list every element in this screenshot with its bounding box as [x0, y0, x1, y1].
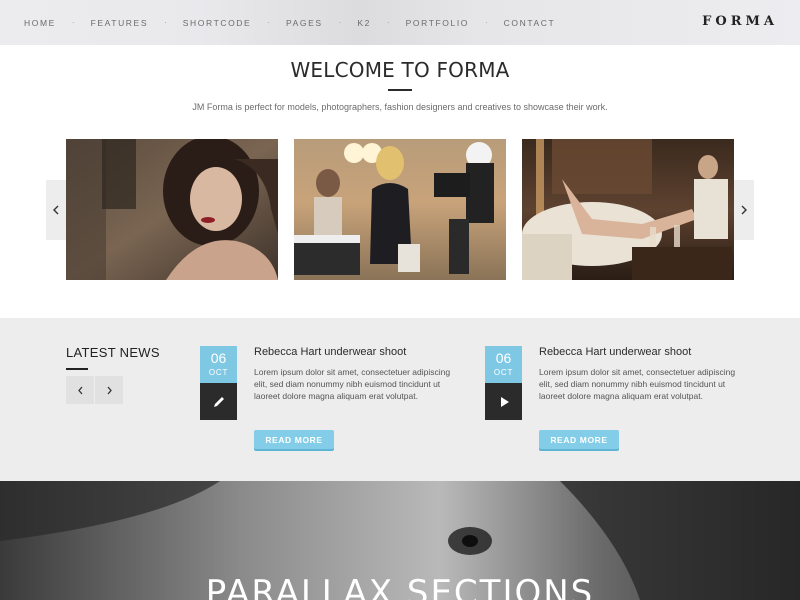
chevron-left-icon [53, 205, 59, 215]
parallax-section: PARALLAX SECTIONS [0, 481, 800, 600]
date-badge: 06 OCT [485, 346, 522, 383]
page-title: WELCOME TO FORMA [290, 58, 510, 82]
nav-contact[interactable]: CONTACT [504, 18, 556, 28]
nav-separator: · [485, 18, 488, 27]
date-month: OCT [208, 368, 229, 377]
carousel-slide-film-set[interactable] [294, 139, 506, 280]
latest-news-section: LATEST NEWS 06 OCT Rebecca Hart underwea… [0, 318, 800, 481]
news-excerpt: Lorem ipsum dolor sit amet, consectetuer… [539, 367, 736, 401]
parallax-title: PARALLAX SECTIONS [205, 573, 595, 600]
pencil-icon [213, 396, 224, 407]
news-title[interactable]: Rebecca Hart underwear shoot [539, 346, 759, 358]
nav-k2[interactable]: K2 [357, 18, 371, 28]
chevron-right-icon [107, 386, 112, 394]
film-set-photo [294, 139, 506, 280]
nav-home[interactable]: HOME [24, 18, 56, 28]
news-excerpt: Lorem ipsum dolor sit amet, consectetuer… [254, 367, 451, 401]
news-prev-button[interactable] [66, 376, 94, 404]
date-day: 06 [210, 350, 227, 366]
play-icon [500, 396, 509, 407]
news-title[interactable]: Rebecca Hart underwear shoot [254, 346, 474, 358]
top-navigation-bar: HOME · FEATURES · SHORTCODE · PAGES · K2… [0, 0, 800, 45]
nav-portfolio[interactable]: PORTFOLIO [406, 18, 469, 28]
lounge-couple-photo [522, 139, 734, 280]
main-menu: HOME · FEATURES · SHORTCODE · PAGES · K2… [24, 0, 555, 45]
nav-separator: · [267, 18, 270, 27]
nav-features[interactable]: FEATURES [91, 18, 149, 28]
read-more-button[interactable]: READ MORE [254, 430, 334, 449]
date-day: 06 [495, 350, 512, 366]
news-next-button[interactable] [95, 376, 123, 404]
chevron-left-icon [77, 386, 82, 394]
carousel-slide-model-portrait[interactable] [66, 139, 278, 280]
nav-pages[interactable]: PAGES [286, 18, 323, 28]
nav-separator: · [164, 18, 167, 27]
nav-separator: · [386, 18, 390, 27]
date-badge: 06 OCT [200, 346, 237, 383]
carousel-prev-button[interactable] [46, 180, 66, 240]
nav-separator: · [338, 18, 342, 27]
read-more-button[interactable]: READ MORE [539, 430, 619, 449]
post-type-badge [200, 383, 237, 420]
model-portrait-photo [66, 139, 278, 280]
intro-text: JM Forma is perfect for models, photogra… [192, 102, 608, 112]
post-type-badge [485, 383, 522, 420]
carousel-next-button[interactable] [734, 180, 754, 240]
chevron-right-icon [741, 205, 747, 215]
image-carousel [0, 139, 800, 280]
carousel-slide-lounge[interactable] [522, 139, 734, 280]
title-underline [388, 89, 412, 91]
heading-underline [66, 368, 88, 370]
site-logo[interactable]: FORMA [702, 14, 778, 29]
date-month: OCT [493, 368, 514, 377]
nav-shortcode[interactable]: SHORTCODE [183, 18, 252, 28]
nav-separator: · [71, 18, 75, 27]
latest-news-heading: LATEST NEWS [66, 345, 160, 360]
